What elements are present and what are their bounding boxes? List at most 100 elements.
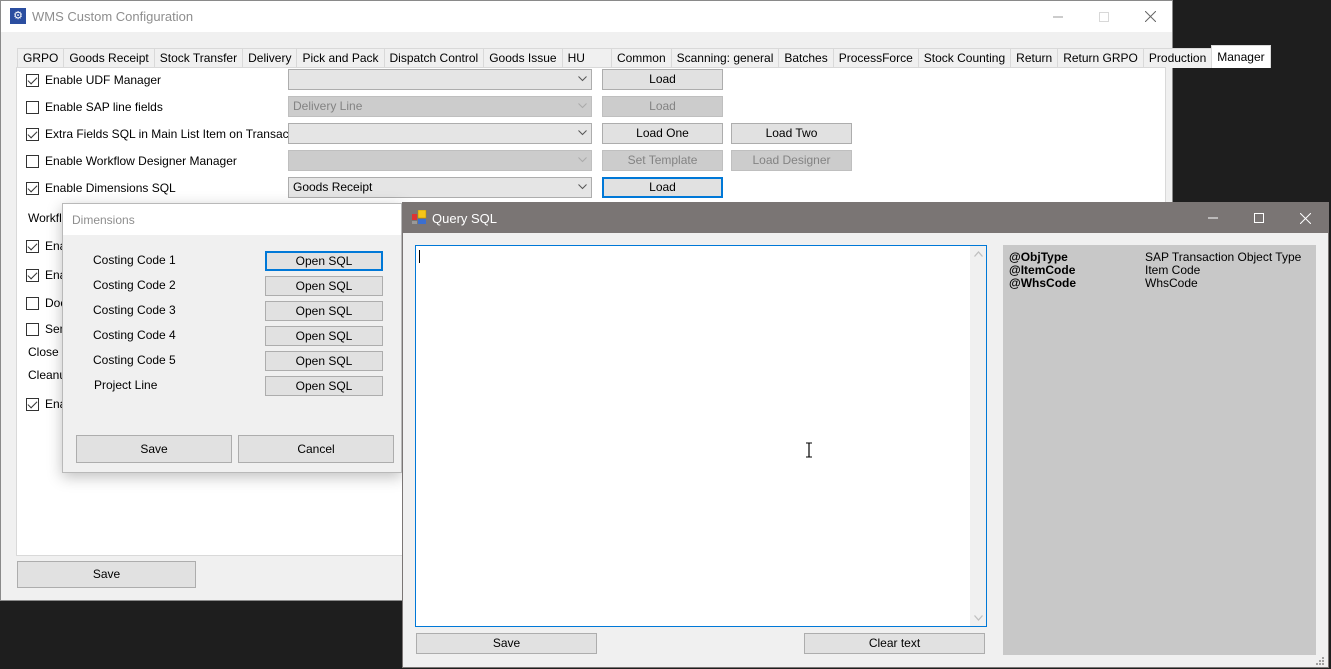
minimize-button[interactable] — [1190, 203, 1236, 233]
close-button[interactable] — [1127, 1, 1173, 32]
open-sql-button[interactable]: Open SQL — [265, 326, 383, 346]
main-titlebar: ⚙ WMS Custom Configuration — [1, 1, 1172, 32]
dimension-label: Project Line — [94, 378, 158, 392]
close-button[interactable] — [1282, 203, 1328, 233]
scroll-down-arrow-icon[interactable] — [970, 610, 986, 626]
maximize-icon — [1254, 213, 1264, 223]
tab-dispatch-control[interactable]: Dispatch Control — [383, 48, 484, 68]
minimize-button[interactable] — [1035, 1, 1081, 32]
load-button[interactable]: Load — [602, 69, 723, 90]
dimension-label: Costing Code 1 — [93, 253, 176, 267]
tab-hu[interactable]: HU — [561, 48, 611, 68]
clear-text-button[interactable]: Clear text — [804, 633, 985, 654]
setting-label: Extra Fields SQL in Main List Item on Tr… — [45, 127, 308, 141]
tab-scanning-general[interactable]: Scanning: general — [670, 48, 779, 68]
tab-batches[interactable]: Batches — [778, 48, 833, 68]
tab-pick-and-pack[interactable]: Pick and Pack — [296, 48, 384, 68]
open-sql-button[interactable]: Open SQL — [265, 251, 383, 271]
setting-row: Enable Dimensions SQL — [26, 180, 176, 196]
dimensions-cancel-button[interactable]: Cancel — [238, 435, 394, 463]
setting-label: Enable Dimensions SQL — [45, 181, 176, 195]
maximize-button[interactable] — [1236, 203, 1282, 233]
checkbox[interactable] — [26, 296, 39, 310]
setting-row: Doc — [26, 295, 66, 311]
dimensions-dialog: Dimensions Costing Code 1 Open SQL Costing… — [62, 203, 402, 473]
dimension-label: Costing Code 2 — [93, 278, 176, 292]
setting-label: Enable SAP line fields — [45, 100, 163, 114]
load-button[interactable]: Load — [602, 177, 723, 198]
setting-combobox[interactable] — [288, 69, 592, 90]
tab-goods-receipt[interactable]: Goods Receipt — [63, 48, 154, 68]
load-one-button[interactable]: Load One — [602, 123, 723, 144]
load-designer-button[interactable]: Load Designer — [731, 150, 852, 171]
sql-save-button[interactable]: Save — [416, 633, 597, 654]
resize-grip-icon[interactable] — [1315, 655, 1325, 665]
tab-production[interactable]: Production — [1142, 48, 1212, 68]
tab-stock-transfer[interactable]: Stock Transfer — [153, 48, 243, 68]
checkbox[interactable] — [26, 322, 39, 336]
tab-processforce[interactable]: ProcessForce — [832, 48, 918, 68]
dimensions-save-button[interactable]: Save — [76, 435, 232, 463]
chevron-down-icon — [578, 130, 587, 138]
open-sql-button[interactable]: Open SQL — [265, 351, 383, 371]
checkbox[interactable] — [26, 397, 39, 411]
setting-row: Enable UDF Manager — [26, 72, 161, 88]
tab-delivery[interactable]: Delivery — [242, 48, 297, 68]
maximize-button[interactable] — [1081, 1, 1127, 32]
minimize-icon — [1053, 16, 1063, 17]
setting-row: Extra Fields SQL in Main List Item on Tr… — [26, 126, 308, 142]
checkbox[interactable] — [26, 239, 39, 253]
tab-return[interactable]: Return — [1010, 48, 1058, 68]
query-sql-titlebar: Query SQL — [403, 203, 1328, 233]
chevron-down-icon — [578, 157, 587, 165]
checkbox[interactable] — [26, 181, 39, 195]
parameters-panel: @ObjType SAP Transaction Object Type @Item… — [1003, 245, 1316, 655]
tab-grpo[interactable]: GRPO — [17, 48, 64, 68]
setting-combobox[interactable]: Goods Receipt — [288, 177, 592, 198]
load-button[interactable]: Load — [602, 96, 723, 117]
checkbox[interactable] — [26, 268, 39, 282]
dialog-title: Dimensions — [72, 213, 135, 227]
scroll-up-arrow-icon[interactable] — [970, 246, 986, 262]
text-cursor-ibeam-icon — [805, 442, 813, 461]
main-save-button[interactable]: Save — [17, 561, 196, 588]
load-two-button[interactable]: Load Two — [731, 123, 852, 144]
tab-goods-issue[interactable]: Goods Issue — [483, 48, 562, 68]
tab-return-grpo[interactable]: Return GRPO — [1057, 48, 1143, 68]
open-sql-button[interactable]: Open SQL — [265, 301, 383, 321]
maximize-icon — [1099, 11, 1109, 22]
query-sql-window: Query SQL @ObjType SAP Transaction Object… — [402, 202, 1329, 668]
close-icon — [1299, 212, 1311, 224]
open-sql-button[interactable]: Open SQL — [265, 276, 383, 296]
tab-strip: GRPO Goods Receipt Stock Transfer Delivery P… — [17, 45, 1271, 68]
parameter-name: @ObjType — [1009, 250, 1068, 264]
setting-row: Ena — [26, 238, 66, 254]
setting-combobox[interactable] — [288, 150, 592, 171]
combo-value: Goods Receipt — [293, 180, 373, 194]
set-template-button[interactable]: Set Template — [602, 150, 723, 171]
chevron-down-icon — [578, 76, 587, 84]
editor-vertical-scrollbar[interactable] — [970, 246, 986, 626]
tab-common[interactable]: Common — [610, 48, 671, 68]
checkbox[interactable] — [26, 127, 39, 141]
open-sql-button[interactable]: Open SQL — [265, 376, 383, 396]
checkbox[interactable] — [26, 154, 39, 168]
setting-combobox[interactable]: Delivery Line — [288, 96, 592, 117]
sql-editor-textarea[interactable] — [415, 245, 987, 627]
combo-value: Delivery Line — [293, 99, 363, 113]
chevron-down-icon — [578, 184, 587, 192]
setting-label: Enable Workflow Designer Manager — [45, 154, 237, 168]
checkbox[interactable] — [26, 100, 39, 114]
parameter-description: SAP Transaction Object Type — [1145, 250, 1302, 264]
parameter-name: @ItemCode — [1009, 263, 1076, 277]
dimension-label: Costing Code 5 — [93, 353, 176, 367]
tab-manager[interactable]: Manager — [1211, 45, 1271, 68]
tab-stock-counting[interactable]: Stock Counting — [917, 48, 1011, 68]
close-icon — [1144, 11, 1156, 22]
setting-label: Enable UDF Manager — [45, 73, 162, 87]
checkbox[interactable] — [26, 73, 39, 87]
minimize-icon — [1208, 217, 1218, 219]
setting-combobox[interactable] — [288, 123, 592, 144]
setting-row: Ena — [26, 396, 66, 412]
chevron-down-icon — [578, 103, 587, 111]
